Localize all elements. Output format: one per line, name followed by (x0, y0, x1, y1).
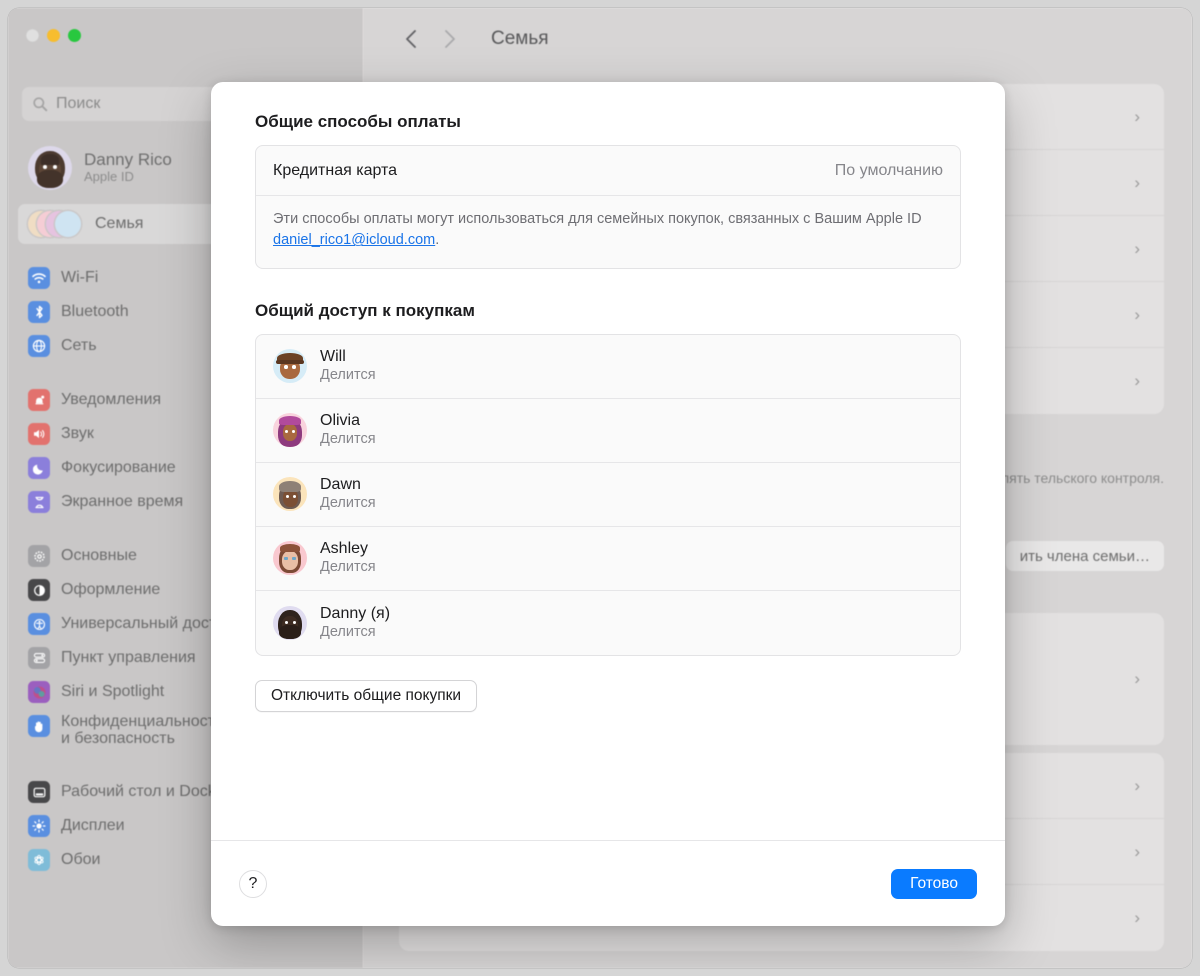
chevron-right-icon: › (1134, 841, 1140, 861)
forward-button[interactable] (433, 23, 465, 55)
speaker-icon (28, 423, 50, 445)
sidebar-item-label: Семья (95, 215, 144, 232)
family-avatar-stack (28, 211, 82, 237)
sidebar-item-label: Основные (61, 547, 137, 564)
sidebar-item-label: Обои (61, 851, 101, 868)
sidebar-item-label: Уведомления (61, 391, 162, 408)
hand-icon (28, 715, 50, 737)
member-name: Olivia (320, 412, 361, 430)
payment-note-prefix: Эти способы оплаты могут использоваться … (273, 211, 922, 227)
add-family-member-button[interactable]: ить члена семьи… (1005, 541, 1164, 571)
sidebar-item-label: Звук (61, 425, 94, 442)
control-center-icon (28, 647, 50, 669)
sidebar-item-label: Пункт управления (61, 649, 196, 666)
payment-method-name: Кредитная карта (273, 161, 398, 179)
members-box: Will Делится Olivia Делится Dawn Делится… (255, 333, 961, 656)
chevron-right-icon: › (1134, 172, 1140, 192)
account-subtitle: Apple ID (84, 169, 134, 185)
list-item[interactable]: Danny (я) Делится (256, 591, 960, 655)
sidebar-item-label: Оформление (61, 581, 161, 598)
help-button[interactable]: ? (239, 869, 267, 898)
sharing-section-title: Общий доступ к покупкам (255, 300, 475, 320)
wifi-icon (28, 267, 50, 289)
bluetooth-icon (28, 301, 50, 323)
avatar (273, 413, 307, 448)
appearance-icon (28, 579, 50, 601)
turn-off-sharing-button[interactable]: Отключить общие покупки (255, 679, 478, 712)
chevron-right-icon: › (1134, 106, 1140, 126)
sidebar-item-label: Фокусирование (61, 459, 176, 476)
shared-purchases-dialog: Общие способы оплаты Кредитная карта По … (211, 82, 1005, 926)
avatar (273, 349, 307, 384)
member-name: Dawn (320, 476, 361, 494)
sidebar-item-label: Универсальный доступ (61, 615, 234, 632)
list-item[interactable]: Ashley Делится (256, 527, 960, 591)
avatar (273, 541, 307, 576)
member-status: Делится (320, 431, 376, 448)
desktop-dock-icon (28, 781, 50, 803)
close-button[interactable] (26, 29, 39, 42)
sidebar-item-label: Рабочий стол и Dock (61, 783, 216, 800)
chevron-right-icon: › (1134, 775, 1140, 795)
member-name: Danny (я) (320, 604, 391, 622)
chevron-right-icon: › (1134, 371, 1140, 390)
zoom-button[interactable] (68, 29, 81, 42)
member-status: Делится (320, 367, 376, 384)
member-name: Will (320, 348, 346, 366)
chevron-right-icon: › (1134, 669, 1140, 688)
payment-note: Эти способы оплаты могут использоваться … (256, 196, 960, 268)
back-button[interactable] (395, 23, 427, 55)
list-item[interactable]: Will Делится (256, 335, 960, 399)
payment-method-value: По умолчанию (834, 161, 943, 179)
sidebar-item-label: Bluetooth (61, 303, 129, 320)
list-item[interactable]: Dawn Делится (256, 463, 960, 527)
siri-icon (28, 681, 50, 703)
payment-methods-box: Кредитная карта По умолчанию Эти способы… (255, 145, 961, 269)
chevron-right-icon: › (1134, 238, 1140, 258)
member-name: Ashley (320, 540, 369, 558)
payment-section-title: Общие способы оплаты (255, 112, 461, 131)
search-placeholder: Поиск (56, 95, 101, 112)
list-item[interactable]: Olivia Делится (256, 399, 960, 463)
search-icon (33, 97, 48, 112)
sidebar-item-label: Wi-Fi (61, 269, 99, 286)
member-status: Делится (320, 623, 376, 640)
dialog-footer: ? Готово (211, 840, 1005, 926)
toolbar: Семья (363, 8, 1192, 70)
sidebar-item-label: Сеть (61, 337, 97, 354)
sidebar-item-label: Дисплеи (61, 817, 125, 834)
avatar (28, 146, 72, 190)
member-status: Делится (320, 495, 376, 512)
page-title: Семья (491, 28, 549, 49)
system-settings-window: Поиск Danny Rico Apple ID Семья Wi-Fi Bl… (8, 8, 1192, 968)
sidebar-item-label: Конфиденциальность и безопасность (61, 713, 224, 748)
chevron-right-icon: › (1134, 908, 1140, 927)
done-button[interactable]: Готово (891, 868, 977, 899)
account-name: Danny Rico (84, 149, 172, 169)
member-status: Делится (320, 559, 376, 576)
payment-method-row[interactable]: Кредитная карта По умолчанию (256, 146, 960, 196)
brightness-icon (28, 815, 50, 837)
hourglass-icon (28, 491, 50, 513)
avatar (273, 477, 307, 512)
globe-icon (28, 335, 50, 357)
apple-id-email-link[interactable]: daniel_rico1@icloud.com (273, 232, 435, 248)
wallpaper-icon (28, 849, 50, 871)
bell-icon (28, 389, 50, 411)
minimize-button[interactable] (47, 29, 60, 42)
sidebar-item-label: Экранное время (61, 493, 184, 510)
dialog-body: Общие способы оплаты Кредитная карта По … (211, 82, 1005, 840)
gear-icon (28, 545, 50, 567)
traffic-light-buttons[interactable] (26, 29, 81, 42)
sidebar-item-label: Siri и Spotlight (61, 683, 165, 700)
accessibility-icon (28, 613, 50, 635)
avatar (273, 605, 307, 640)
chevron-right-icon: › (1134, 304, 1140, 324)
payment-note-suffix: . (435, 232, 440, 249)
moon-icon (28, 457, 50, 479)
